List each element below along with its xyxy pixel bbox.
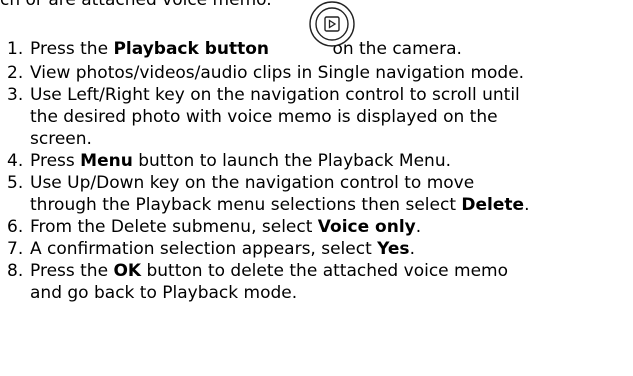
step-text: View photos/videos/audio clips in Single…	[30, 63, 525, 83]
step-text-line: Use Up/Down key on the navigation contro…	[30, 173, 475, 193]
step-number: 7.	[7, 239, 24, 259]
step-number: 2.	[7, 63, 24, 83]
step-text-line: Use Left/Right key on the navigation con…	[30, 85, 520, 105]
delete-option-label: Delete	[461, 195, 525, 215]
playback-button-icon	[309, 1, 355, 47]
menu-button-label: Menu	[80, 151, 133, 171]
step-4: 4. Press Menu button to launch the Playb…	[0, 150, 633, 172]
step-6: 6. From the Delete submenu, select Voice…	[0, 216, 633, 238]
playback-button-label: Playback button	[113, 39, 270, 59]
step-1: 1. Press the Playback button on the came…	[0, 1, 633, 62]
step-2: 2. View photos/videos/audio clips in Sin…	[0, 62, 633, 84]
step-text-pre: through the Playback menu selections the…	[30, 195, 462, 215]
step-7: 7. A confirmation selection appears, sel…	[0, 238, 633, 260]
step-text-post: button to delete the attached voice memo	[141, 261, 509, 281]
step-3: 3. Use Left/Right key on the navigation …	[0, 84, 633, 150]
step-number: 4.	[7, 151, 24, 171]
step-text-pre: From the Delete submenu, select	[30, 217, 318, 237]
step-text-post: button to launch the Playback Menu.	[132, 151, 452, 171]
instruction-list: 1. Press the Playback button on the came…	[0, 1, 633, 304]
step-text-pre: Press	[30, 151, 81, 171]
ok-button-label: OK	[113, 261, 142, 281]
step-number: 5.	[7, 173, 24, 193]
step-number: 3.	[7, 85, 24, 105]
step-8: 8. Press the OK button to delete the att…	[0, 260, 633, 304]
step-text-post: .	[524, 195, 530, 215]
step-text-line: and go back to Playback mode.	[30, 283, 298, 303]
step-text-post: .	[415, 217, 422, 237]
step-text-line: Press the OK button to delete the attach…	[30, 260, 633, 282]
step-text-pre: Press the	[30, 261, 114, 281]
step-number: 6.	[7, 217, 24, 237]
step-text-line: the desired photo with voice memo is dis…	[30, 107, 498, 127]
voice-only-option-label: Voice only	[317, 217, 416, 237]
yes-option-label: Yes	[377, 239, 410, 259]
step-5: 5. Use Up/Down key on the navigation con…	[0, 172, 633, 216]
step-number: 8.	[7, 261, 24, 281]
step-text-post: .	[409, 239, 415, 259]
step-text-line: through the Playback menu selections the…	[30, 194, 633, 216]
step-text-pre: Press the	[30, 39, 114, 59]
step-text-line: screen.	[30, 129, 92, 149]
step-number: 1.	[7, 39, 24, 59]
top-text-fragment: ch or are attached voice memo.	[0, 0, 272, 10]
step-text-pre: A confirmation selection appears, select	[30, 239, 378, 259]
